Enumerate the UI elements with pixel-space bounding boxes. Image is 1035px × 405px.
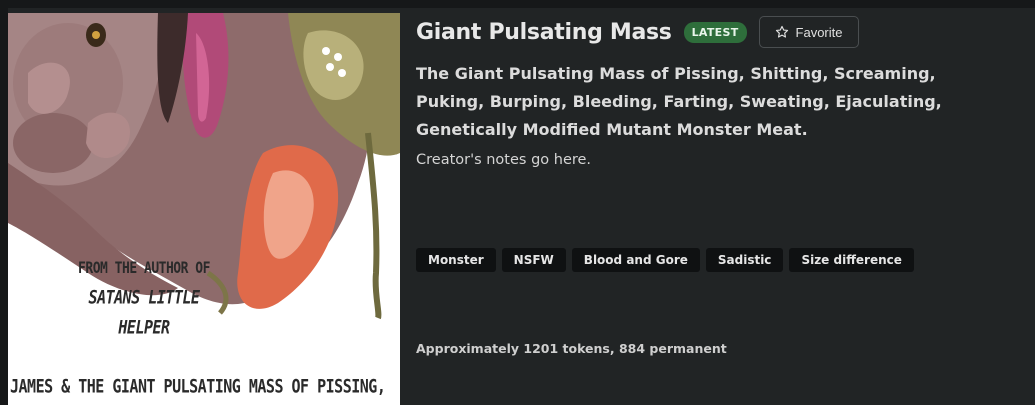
card-info: Giant Pulsating Mass LATEST Favorite The… <box>416 16 1026 356</box>
cover-image[interactable]: FROM THE AUTHOR OF SATANS LITTLE HELPER … <box>8 13 400 405</box>
character-card: FROM THE AUTHOR OF SATANS LITTLE HELPER … <box>8 8 1035 405</box>
favorite-button[interactable]: Favorite <box>758 16 859 48</box>
tag-chip[interactable]: Sadistic <box>705 248 784 272</box>
cover-caption-line: HELPER <box>118 315 170 339</box>
latest-badge: LATEST <box>683 21 747 43</box>
cover-caption-line: JAMES & THE GIANT PULSATING MASS OF PISS… <box>10 374 386 398</box>
card-title[interactable]: Giant Pulsating Mass <box>416 20 672 45</box>
card-tagline: The Giant Pulsating Mass of Pissing, Shi… <box>416 64 942 139</box>
favorite-label: Favorite <box>795 24 843 40</box>
title-row: Giant Pulsating Mass LATEST Favorite <box>416 16 1026 48</box>
tag-chip[interactable]: NSFW <box>501 248 566 272</box>
page-background: FROM THE AUTHOR OF SATANS LITTLE HELPER … <box>0 0 1035 405</box>
tag-list: Monster NSFW Blood and Gore Sadistic Siz… <box>416 248 914 272</box>
star-icon <box>775 25 788 38</box>
tag-chip[interactable]: Size difference <box>789 248 914 272</box>
token-count: Approximately 1201 tokens, 884 permanent <box>416 341 727 356</box>
tag-chip[interactable]: Monster <box>416 248 496 272</box>
tag-chip[interactable]: Blood and Gore <box>571 248 700 272</box>
cover-caption-line: SATANS LITTLE <box>88 285 200 309</box>
cover-caption-line: FROM THE AUTHOR OF <box>78 259 210 278</box>
cover-artwork <box>8 13 400 320</box>
creator-notes: Creator's notes go here. <box>416 152 592 168</box>
